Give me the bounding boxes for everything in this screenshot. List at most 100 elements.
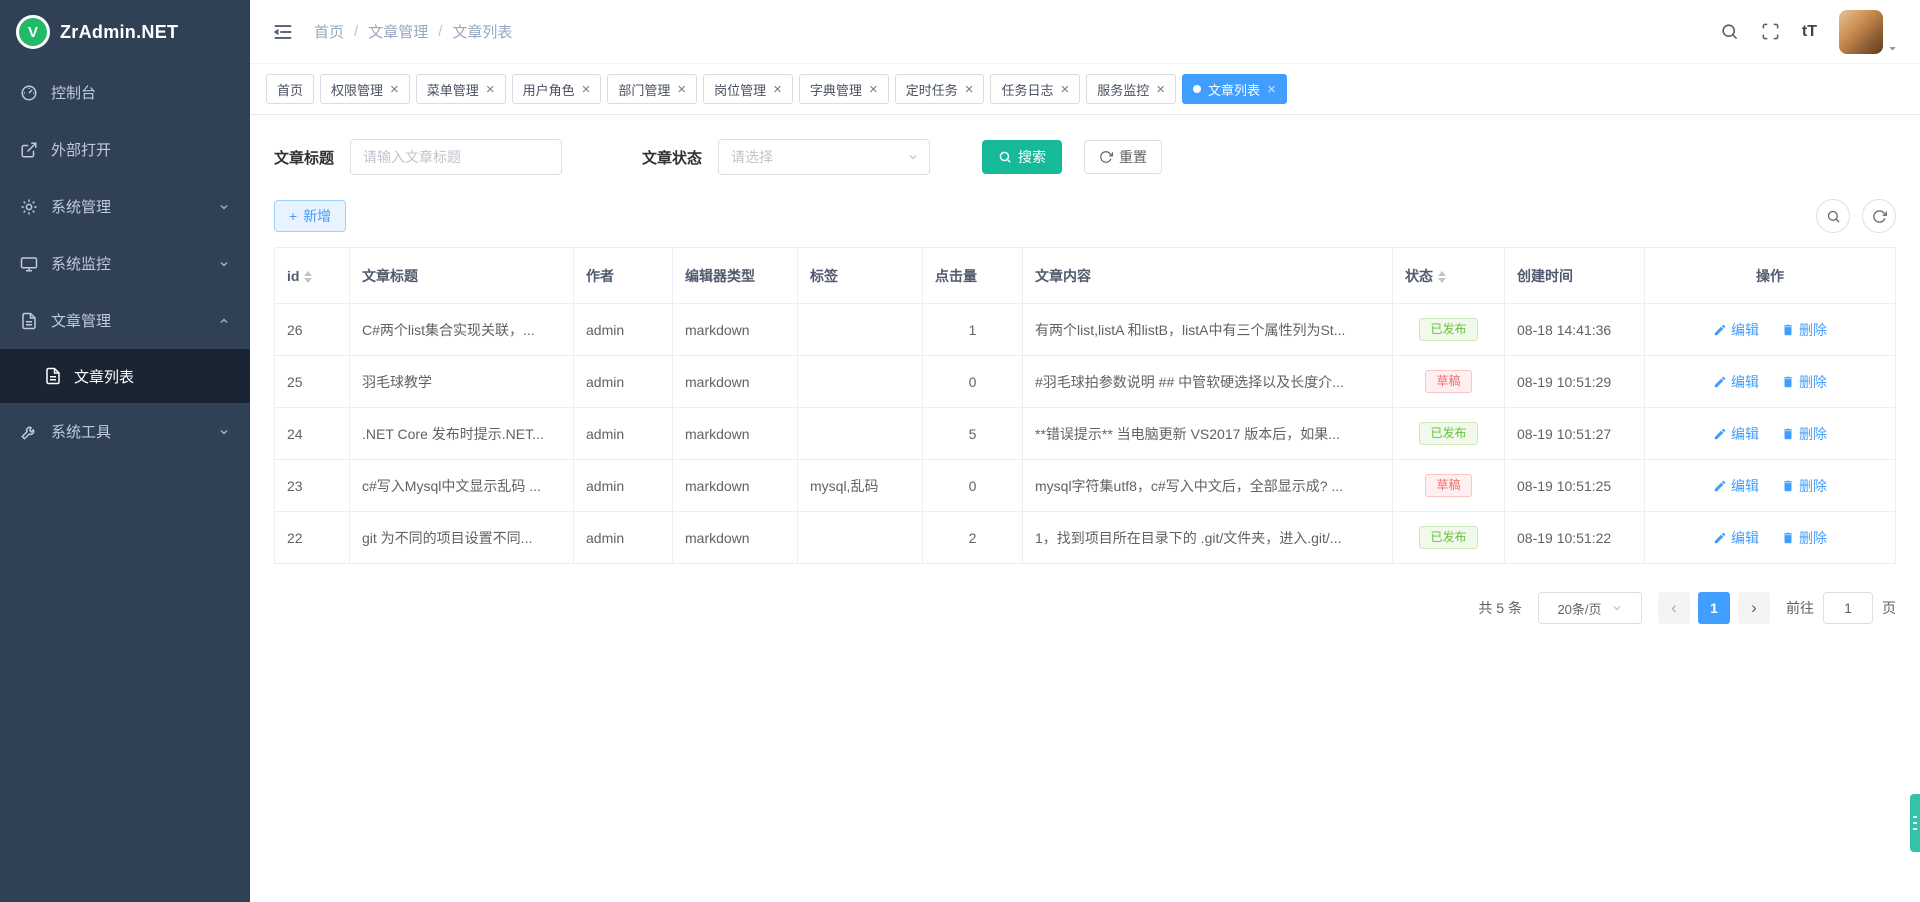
- cell-created: 08-18 14:41:36: [1505, 304, 1645, 356]
- article-content: #羽毛球拍参数说明 ## 中管软硬选择以及长度介...: [1035, 374, 1344, 390]
- tab[interactable]: 部门管理 ×: [607, 74, 697, 104]
- edit-button-label: 编辑: [1731, 372, 1759, 392]
- delete-button[interactable]: 删除: [1781, 372, 1827, 392]
- add-button-label: 新增: [303, 206, 331, 226]
- status-filter-select[interactable]: 请选择: [718, 139, 930, 175]
- cell-editor: markdown: [673, 460, 798, 512]
- cell-author: admin: [574, 356, 673, 408]
- tab-close-icon[interactable]: ×: [1061, 82, 1070, 97]
- tab[interactable]: 文章列表 ×: [1182, 74, 1287, 104]
- edit-button[interactable]: 编辑: [1713, 424, 1759, 444]
- sidebar-item-system-tools[interactable]: 系统工具: [0, 403, 250, 460]
- cell-editor: markdown: [673, 512, 798, 564]
- title-filter-input[interactable]: [350, 139, 562, 175]
- tab[interactable]: 用户角色 ×: [512, 74, 602, 104]
- fullscreen-icon[interactable]: [1761, 22, 1780, 41]
- sidebar-item-system-monitor[interactable]: 系统监控: [0, 235, 250, 292]
- delete-button[interactable]: 删除: [1781, 528, 1827, 548]
- sidebar-item-external[interactable]: 外部打开: [0, 121, 250, 178]
- tab-close-icon[interactable]: ×: [677, 82, 686, 97]
- article-content: 有两个list,listA 和listB，listA中有三个属性列为St...: [1035, 322, 1345, 338]
- cell-actions: 编辑 删除: [1645, 512, 1896, 564]
- sort-icons[interactable]: [304, 271, 312, 283]
- add-button[interactable]: + 新增: [274, 200, 346, 232]
- breadcrumb-separator: /: [354, 23, 358, 40]
- refresh-table-button[interactable]: [1862, 199, 1896, 233]
- user-menu[interactable]: [1839, 10, 1898, 54]
- delete-button[interactable]: 删除: [1781, 320, 1827, 340]
- page-number-button[interactable]: 1: [1698, 592, 1730, 624]
- cell-status: 已发布: [1393, 408, 1505, 460]
- cell-actions: 编辑 删除: [1645, 304, 1896, 356]
- pencil-icon: [1713, 427, 1727, 441]
- sidebar-item-label: 文章管理: [51, 310, 111, 331]
- tab-close-icon[interactable]: ×: [869, 82, 878, 97]
- sidebar-item-dashboard[interactable]: 控制台: [0, 64, 250, 121]
- edit-button[interactable]: 编辑: [1713, 372, 1759, 392]
- next-page-button[interactable]: ›: [1738, 592, 1770, 624]
- column-header-status[interactable]: 状态: [1393, 248, 1505, 304]
- article-author: admin: [586, 478, 624, 494]
- tab[interactable]: 服务监控 ×: [1086, 74, 1176, 104]
- tab-close-icon[interactable]: ×: [582, 82, 591, 97]
- goto-page-input[interactable]: [1823, 592, 1873, 624]
- breadcrumb-item-article-list: 文章列表: [452, 21, 512, 42]
- breadcrumb-separator: /: [438, 23, 442, 40]
- edit-button[interactable]: 编辑: [1713, 476, 1759, 496]
- tab[interactable]: 首页: [266, 74, 314, 104]
- cell-content: 1，找到项目所在目录下的 .git/文件夹，进入.git/...: [1023, 512, 1393, 564]
- cell-status: 已发布: [1393, 304, 1505, 356]
- sidebar-menu: 控制台 外部打开 系统管理 系统监控: [0, 64, 250, 460]
- tab[interactable]: 权限管理 ×: [320, 74, 410, 104]
- reset-button[interactable]: 重置: [1084, 140, 1162, 174]
- breadcrumb-item-article-management[interactable]: 文章管理: [368, 21, 428, 42]
- tab[interactable]: 岗位管理 ×: [703, 74, 793, 104]
- tab-close-icon[interactable]: ×: [773, 82, 782, 97]
- sidebar-item-label: 系统管理: [51, 196, 111, 217]
- sort-desc-icon[interactable]: [304, 278, 312, 283]
- tab-close-icon[interactable]: ×: [390, 82, 399, 97]
- page-size-select[interactable]: 20条/页: [1538, 592, 1642, 624]
- column-label: 状态: [1405, 268, 1433, 284]
- tab[interactable]: 菜单管理 ×: [416, 74, 506, 104]
- search-button[interactable]: 搜索: [982, 140, 1062, 174]
- breadcrumb-item-home[interactable]: 首页: [314, 21, 344, 42]
- sidebar-item-article-management[interactable]: 文章管理: [0, 292, 250, 349]
- active-tab-dot: [1193, 85, 1201, 93]
- tab[interactable]: 定时任务 ×: [895, 74, 985, 104]
- article-editor-type: markdown: [685, 322, 750, 338]
- cell-author: admin: [574, 512, 673, 564]
- edit-button[interactable]: 编辑: [1713, 528, 1759, 548]
- delete-button[interactable]: 删除: [1781, 476, 1827, 496]
- sidebar-item-article-list[interactable]: 文章列表: [0, 349, 250, 403]
- toggle-search-button[interactable]: [1816, 199, 1850, 233]
- tab-close-icon[interactable]: ×: [1267, 82, 1276, 97]
- tab[interactable]: 字典管理 ×: [799, 74, 889, 104]
- app-layout: V ZrAdmin.NET 控制台 外部打开 系统管理: [0, 0, 1920, 902]
- sort-asc-icon[interactable]: [304, 271, 312, 276]
- column-label: 文章标题: [362, 268, 418, 284]
- cell-title: C#两个list集合实现关联，...: [350, 304, 574, 356]
- edit-button[interactable]: 编辑: [1713, 320, 1759, 340]
- tab-label: 部门管理: [618, 80, 670, 99]
- tab[interactable]: 任务日志 ×: [990, 74, 1080, 104]
- sort-icons[interactable]: [1438, 271, 1446, 283]
- status-badge: 已发布: [1419, 526, 1477, 550]
- tab-close-icon[interactable]: ×: [965, 82, 974, 97]
- sort-asc-icon[interactable]: [1438, 271, 1446, 276]
- column-label: 操作: [1756, 268, 1784, 284]
- sidebar-item-system-management[interactable]: 系统管理: [0, 178, 250, 235]
- side-widget-handle[interactable]: [1910, 794, 1920, 852]
- app-logo[interactable]: V ZrAdmin.NET: [0, 0, 250, 64]
- tab-close-icon[interactable]: ×: [486, 82, 495, 97]
- article-clicks: 5: [969, 426, 977, 442]
- search-icon[interactable]: [1720, 22, 1739, 41]
- font-size-icon[interactable]: tT: [1802, 23, 1817, 41]
- menu-fold-icon[interactable]: [272, 21, 294, 43]
- tab-close-icon[interactable]: ×: [1156, 82, 1165, 97]
- delete-button[interactable]: 删除: [1781, 424, 1827, 444]
- sort-desc-icon[interactable]: [1438, 278, 1446, 283]
- column-header-id[interactable]: id: [275, 248, 350, 304]
- prev-page-button[interactable]: ‹: [1658, 592, 1690, 624]
- pencil-icon: [1713, 531, 1727, 545]
